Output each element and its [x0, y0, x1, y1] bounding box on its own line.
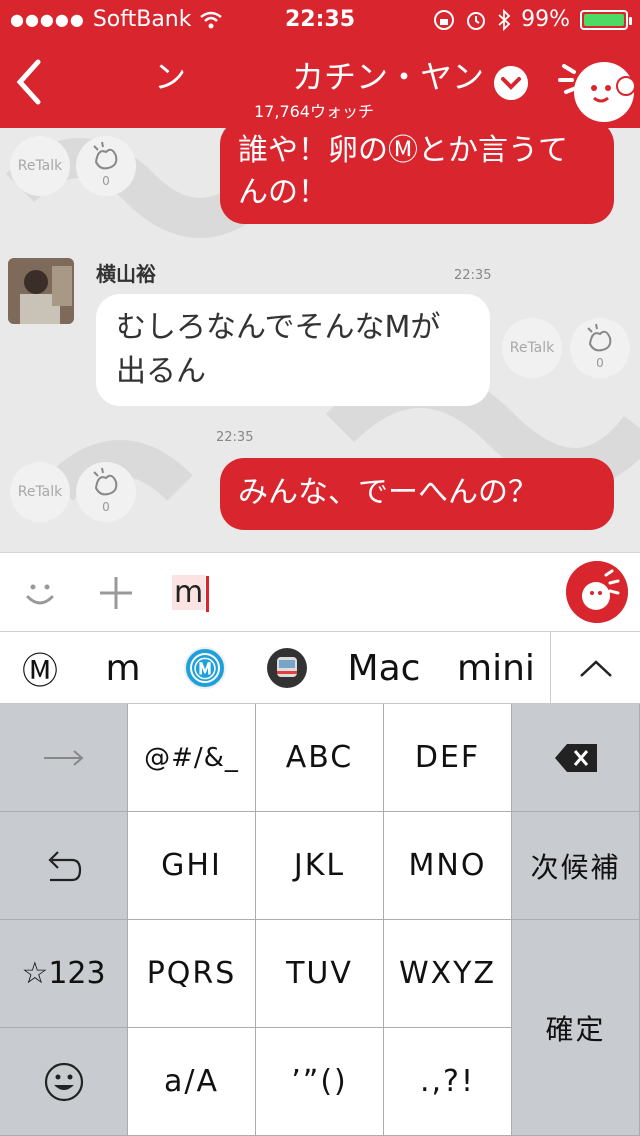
battery-icon — [580, 9, 632, 30]
key-symbols[interactable]: @#/&_ — [128, 704, 256, 812]
suggestion-item[interactable]: Ⓜ — [0, 632, 80, 704]
key-numbers[interactable]: ☆123 — [0, 920, 128, 1028]
mascot-icon[interactable] — [556, 50, 636, 122]
smiley-icon[interactable] — [20, 573, 60, 613]
key-next-candidate[interactable]: 次候補 — [512, 812, 640, 920]
metro-m-label: Ⓜ — [193, 658, 216, 683]
key-ghi[interactable]: GHI — [128, 812, 256, 920]
clap-count: 0 — [102, 174, 110, 188]
battery-percent: 99% — [521, 7, 570, 32]
rotation-lock-icon — [434, 9, 455, 30]
key-arrow-right[interactable] — [0, 704, 128, 812]
retalk-button[interactable]: ReTalk — [10, 136, 70, 196]
arrow-right-icon — [43, 749, 84, 766]
key-tuv[interactable]: TUV — [256, 920, 384, 1028]
retalk-button[interactable]: ReTalk — [10, 462, 70, 522]
backspace-icon — [554, 743, 597, 772]
status-bar: ●●●●● SoftBank 22:35 99% — [0, 0, 640, 40]
plus-icon[interactable] — [96, 573, 136, 613]
app-header: ●●●●● SoftBank 22:35 99% ン カチン・ヤン 17,764… — [0, 0, 640, 128]
suggestion-item[interactable]: Mac — [334, 632, 434, 704]
emoji-icon — [44, 1062, 83, 1101]
username: 横山裕 — [96, 262, 156, 286]
message-text-line: 誰や！卵のⓂとか言うて — [238, 133, 568, 168]
chevron-down-icon[interactable] — [494, 66, 528, 100]
clap-button[interactable]: 0 — [76, 462, 136, 522]
page-title: カチン・ヤン — [292, 58, 485, 96]
clap-icon — [93, 141, 118, 170]
suggestion-item[interactable]: mini — [446, 632, 546, 704]
avatar[interactable] — [8, 258, 74, 324]
message-bubble-incoming[interactable]: むしろなんでそんなMが 出るん — [96, 294, 490, 406]
back-arrow-icon[interactable] — [10, 56, 50, 108]
clap-button[interactable]: 0 — [76, 136, 136, 196]
message-text: みんな、でーへんの？ — [238, 475, 538, 510]
retalk-label: ReTalk — [17, 484, 63, 500]
key-undo[interactable] — [0, 812, 128, 920]
key-jkl[interactable]: JKL — [256, 812, 384, 920]
retalk-label: ReTalk — [509, 340, 555, 356]
suggestion-bar: Ⓜ m Ⓜ Mac mini — [0, 632, 640, 704]
message-time: 22:35 — [216, 430, 254, 445]
key-abc[interactable]: ABC — [256, 704, 384, 812]
suggestion-train[interactable] — [248, 632, 326, 704]
expand-suggestions-button[interactable] — [550, 632, 640, 704]
key-quotes[interactable]: ’”() — [256, 1028, 384, 1136]
retalk-button[interactable]: ReTalk — [502, 318, 562, 378]
retalk-label: ReTalk — [17, 158, 63, 174]
keyboard: @#/&_ ABC DEF GHI JKL MNO 次候補 ☆123 PQRS … — [0, 704, 640, 1136]
avatar-image — [8, 258, 74, 324]
key-confirm[interactable]: 確定 — [512, 920, 640, 1136]
clap-icon — [93, 467, 118, 496]
suggestion-item[interactable]: m — [84, 632, 162, 704]
key-wxyz[interactable]: WXYZ — [384, 920, 512, 1028]
chat-area[interactable]: ReTalk 0 誰や！卵のⓂとか言うて んの！ 横山裕 22:35 むしろなん… — [0, 128, 640, 552]
key-delete[interactable] — [512, 704, 640, 812]
clap-icon — [587, 323, 612, 352]
alarm-icon — [467, 11, 486, 30]
message-bubble-outgoing[interactable]: 誰や！卵のⓂとか言うて んの！ — [220, 128, 614, 224]
clap-count: 0 — [596, 356, 604, 370]
key-punctuation[interactable]: .,?! — [384, 1028, 512, 1136]
message-text-line: 出るん — [116, 354, 206, 389]
send-mascot-icon[interactable] — [566, 561, 628, 623]
message-text-line: むしろなんでそんなMが — [116, 310, 441, 345]
key-def[interactable]: DEF — [384, 704, 512, 812]
clap-button[interactable]: 0 — [570, 318, 630, 378]
key-mno[interactable]: MNO — [384, 812, 512, 920]
chevron-up-icon — [580, 660, 612, 677]
battery-level-fill — [584, 13, 624, 26]
message-input[interactable]: m — [172, 571, 532, 615]
nav-title-fragment: ン — [154, 58, 187, 96]
key-emoji[interactable] — [0, 1028, 128, 1136]
message-time: 22:35 — [454, 268, 492, 283]
text-caret — [206, 575, 210, 612]
watch-count: 17,764ウォッチ — [254, 102, 374, 121]
key-pqrs[interactable]: PQRS — [128, 920, 256, 1028]
key-case-toggle[interactable]: a/A — [128, 1028, 256, 1136]
message-bubble-outgoing[interactable]: みんな、でーへんの？ — [220, 458, 614, 530]
undo-icon — [47, 850, 81, 881]
input-value: m — [172, 575, 206, 610]
suggestion-metro-m[interactable]: Ⓜ — [166, 632, 244, 704]
message-text-line: んの！ — [238, 175, 328, 210]
clap-count: 0 — [102, 500, 110, 514]
message-input-bar: m — [0, 552, 640, 632]
train-icon — [267, 648, 307, 688]
bluetooth-icon — [498, 8, 511, 31]
